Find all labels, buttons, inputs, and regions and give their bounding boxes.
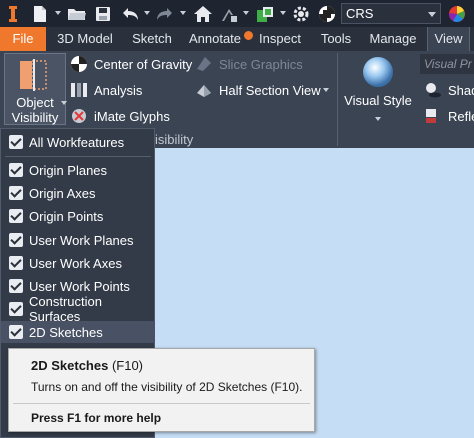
half-section-view-button[interactable]: Half Section View	[195, 79, 321, 101]
inventor-logo-icon[interactable]	[6, 0, 20, 27]
chevron-down-icon	[428, 12, 436, 17]
save-icon[interactable]	[93, 0, 113, 27]
tooltip-help: Press F1 for more help	[31, 411, 162, 425]
visual-style-caret-icon[interactable]	[375, 117, 381, 121]
shadows-icon	[426, 83, 441, 98]
reflections-button[interactable]: Refle	[424, 105, 474, 127]
reflections-icon	[426, 109, 436, 123]
menu-item-label: User Work Planes	[29, 232, 134, 248]
analysis-label: Analysis	[94, 82, 143, 98]
reflections-label: Refle	[448, 108, 474, 124]
tab-3d-model[interactable]: 3D Model	[50, 27, 120, 51]
menu-item-origin-points[interactable]: Origin Points	[1, 205, 155, 227]
menu-divider	[5, 156, 151, 157]
object-visibility-label-1: Object	[16, 95, 54, 110]
tab-sketch[interactable]: Sketch	[124, 27, 180, 51]
imate-glyphs-label: iMate Glyphs	[94, 108, 170, 124]
menu-item-origin-axes[interactable]: Origin Axes	[1, 182, 155, 204]
home-icon[interactable]	[192, 0, 214, 27]
object-visibility-icon	[20, 59, 47, 91]
center-of-gravity-icon	[71, 56, 87, 72]
tab-inspect[interactable]: Inspect	[252, 27, 308, 51]
tab-manage[interactable]: Manage	[362, 27, 424, 51]
checkbox-checked-icon[interactable]	[9, 163, 23, 177]
new-file-caret-icon[interactable]	[55, 11, 61, 15]
redo-icon[interactable]	[154, 0, 176, 27]
ribbon-tabs: File 3D Model Sketch Annotate Inspect To…	[0, 27, 474, 51]
imate-glyphs-button[interactable]: iMate Glyphs	[70, 105, 170, 127]
menu-item-label: 2D Sketches	[29, 324, 103, 340]
half-section-view-label: Half Section View	[219, 82, 321, 98]
checkbox-checked-icon[interactable]	[9, 135, 23, 149]
menu-item-origin-planes[interactable]: Origin Planes	[1, 159, 155, 181]
imate-glyphs-icon	[72, 109, 86, 123]
visual-style-button[interactable]: Visual Style	[342, 53, 414, 125]
undo-caret-icon[interactable]	[144, 11, 150, 15]
tab-view[interactable]: View	[427, 27, 470, 51]
settings-gear-icon[interactable]	[290, 0, 312, 27]
ribbon-separator	[337, 53, 338, 146]
menu-item-label: Origin Axes	[29, 185, 96, 201]
visual-style-sphere-icon	[363, 57, 393, 87]
update-icon[interactable]	[254, 0, 276, 27]
menu-item-label: User Work Axes	[29, 255, 122, 271]
menu-item-label: Origin Planes	[29, 162, 108, 178]
menu-item-label: Origin Points	[29, 208, 104, 224]
tooltip-title-text: 2D Sketches	[31, 358, 109, 373]
quick-access-toolbar: CRS	[0, 0, 474, 27]
tooltip-shortcut: (F10)	[111, 358, 144, 373]
checkbox-checked-icon[interactable]	[9, 325, 23, 339]
tooltip-divider	[13, 403, 310, 404]
shadows-button[interactable]: Shad	[424, 79, 474, 101]
menu-item-user-work-axes[interactable]: User Work Axes	[1, 252, 155, 274]
tab-file[interactable]: File	[0, 27, 46, 51]
open-folder-icon[interactable]	[66, 0, 88, 27]
checkbox-checked-icon[interactable]	[9, 256, 23, 270]
checkbox-checked-icon[interactable]	[9, 279, 23, 293]
menu-item-construction-surfaces[interactable]: Construction Surfaces	[1, 294, 155, 324]
tooltip-title: 2D Sketches (F10)	[31, 358, 143, 373]
visual-style-label: Visual Style	[344, 93, 412, 108]
tab-tools[interactable]: Tools	[312, 27, 360, 51]
checkbox-checked-icon[interactable]	[9, 302, 23, 316]
tooltip: 2D Sketches (F10) Turns on and off the v…	[8, 348, 315, 432]
shadows-label: Shad	[448, 82, 474, 98]
notification-dot-icon	[243, 30, 254, 41]
analysis-icon	[71, 83, 87, 97]
visual-preset-field[interactable]: Visual Pr	[420, 54, 474, 74]
slice-graphics-icon	[197, 57, 211, 71]
object-visibility-label-2: Visibility	[11, 110, 59, 125]
checkbox-checked-icon[interactable]	[9, 186, 23, 200]
menu-item-2d-sketches[interactable]: 2D Sketches	[1, 321, 155, 343]
tooltip-description: Turns on and off the visibility of 2D Sk…	[31, 380, 303, 394]
return-caret-icon[interactable]	[243, 11, 249, 15]
half-section-view-icon	[197, 85, 211, 97]
checkbox-checked-icon[interactable]	[9, 233, 23, 247]
return-icon[interactable]	[218, 0, 240, 27]
center-of-gravity-label: Center of Gravity	[94, 56, 193, 72]
slice-graphics-button[interactable]: Slice Graphics	[195, 53, 303, 75]
analysis-button[interactable]: Analysis	[70, 79, 142, 101]
tab-annotate[interactable]: Annotate	[182, 27, 248, 51]
coordinate-system-value: CRS	[346, 6, 374, 21]
undo-icon[interactable]	[119, 0, 141, 27]
slice-graphics-label: Slice Graphics	[219, 56, 303, 72]
menu-item-label: All Workfeatures	[29, 134, 125, 150]
menu-item-user-work-planes[interactable]: User Work Planes	[1, 229, 155, 251]
color-wheel-icon[interactable]	[447, 0, 467, 27]
object-visibility-caret-icon[interactable]	[61, 101, 67, 105]
redo-caret-icon[interactable]	[180, 11, 186, 15]
update-caret-icon[interactable]	[280, 11, 286, 15]
menu-item-all-workfeatures[interactable]: All Workfeatures	[1, 131, 155, 153]
center-of-gravity-button[interactable]: Center of Gravity	[70, 53, 192, 75]
half-section-caret-icon[interactable]	[323, 88, 329, 92]
coordinate-system-select[interactable]: CRS	[341, 3, 441, 24]
menu-item-label: User Work Points	[29, 278, 130, 294]
new-file-icon[interactable]	[30, 0, 50, 27]
menu-item-label: Construction Surfaces	[29, 294, 102, 324]
object-visibility-button[interactable]: Object Visibility	[4, 53, 66, 125]
appearance-ball-icon[interactable]	[317, 0, 337, 27]
visibility-panel-label: isibility	[155, 132, 194, 147]
checkbox-checked-icon[interactable]	[9, 209, 23, 223]
